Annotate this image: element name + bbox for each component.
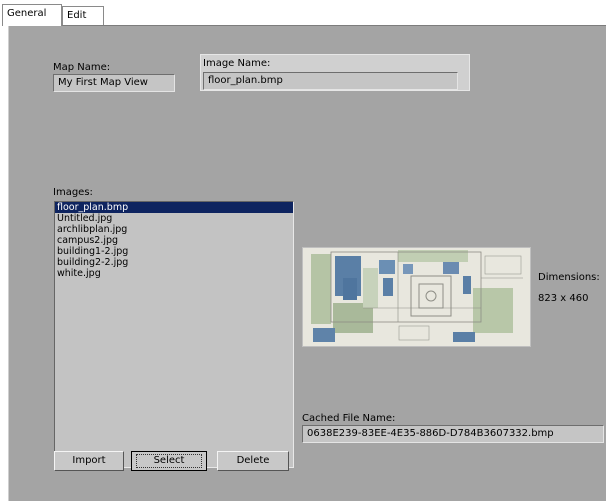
list-item[interactable]: campus2.jpg [55, 235, 293, 246]
tab-edit[interactable]: Edit [62, 6, 104, 25]
cached-file-field[interactable]: 0638E239-83EE-4E35-886D-D784B3607332.bmp [302, 425, 604, 443]
dimensions-label: Dimensions: [538, 272, 600, 283]
floor-plan-image [303, 248, 530, 346]
images-listbox[interactable]: floor_plan.bmp Untitled.jpg archlibplan.… [54, 201, 294, 468]
tab-general[interactable]: General [2, 4, 62, 26]
image-name-label: Image Name: [203, 58, 271, 69]
delete-button[interactable]: Delete [217, 451, 289, 471]
list-item[interactable]: Untitled.jpg [55, 213, 293, 224]
map-name-label: Map Name: [53, 62, 111, 73]
map-name-field[interactable]: My First Map View [53, 74, 175, 92]
select-button-label: Select [136, 454, 202, 468]
cached-file-label: Cached File Name: [302, 413, 396, 424]
import-button[interactable]: Import [54, 451, 124, 471]
delete-button-label: Delete [236, 455, 270, 466]
general-panel: Map Name: My First Map View Image Name: … [8, 25, 606, 501]
list-item[interactable]: floor_plan.bmp [55, 202, 293, 213]
floor-plan-preview [302, 247, 531, 347]
image-name-field[interactable]: floor_plan.bmp [203, 72, 458, 90]
list-item[interactable]: archlibplan.jpg [55, 224, 293, 235]
list-item[interactable]: building1-2.jpg [55, 246, 293, 257]
tab-strip: General Edit [0, 0, 606, 26]
dimensions-value: 823 x 460 [538, 293, 589, 304]
list-item[interactable]: white.jpg [55, 268, 293, 279]
images-label: Images: [53, 187, 93, 198]
list-item[interactable]: building2-2.jpg [55, 257, 293, 268]
import-button-label: Import [72, 455, 106, 466]
select-button[interactable]: Select [131, 451, 207, 471]
